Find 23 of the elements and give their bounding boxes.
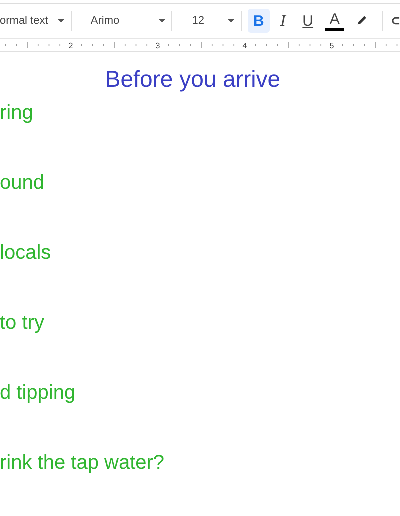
document-heading: Before you arrive [105,66,281,92]
style-dropdown[interactable]: ormal text [0,11,58,31]
heading-text: d tipping [0,381,76,405]
ruler-number: 5 [330,42,334,50]
highlighter-icon[interactable] [356,15,368,27]
heading-text: to try [0,311,44,335]
italic-button[interactable]: I [272,9,295,33]
bold-button[interactable]: B [248,9,270,33]
ruler-number: 4 [242,42,248,50]
font-size-dropdown[interactable]: 12 [192,11,228,31]
link-icon[interactable] [392,15,400,27]
heading-text: ound [0,171,44,195]
color-button[interactable]: A [325,11,344,31]
caret-icon [58,19,65,23]
caret-icon [228,19,235,23]
ruler-number: 2 [68,42,74,50]
caret-icon [158,19,166,23]
heading-text: ring [0,101,34,125]
heading-text: rink the tap water? [0,451,165,475]
heading-text: locals [0,241,52,265]
ruler-number: 3 [156,42,160,50]
underline-button[interactable]: U [296,9,320,33]
font-dropdown[interactable]: Arimo [90,11,159,31]
